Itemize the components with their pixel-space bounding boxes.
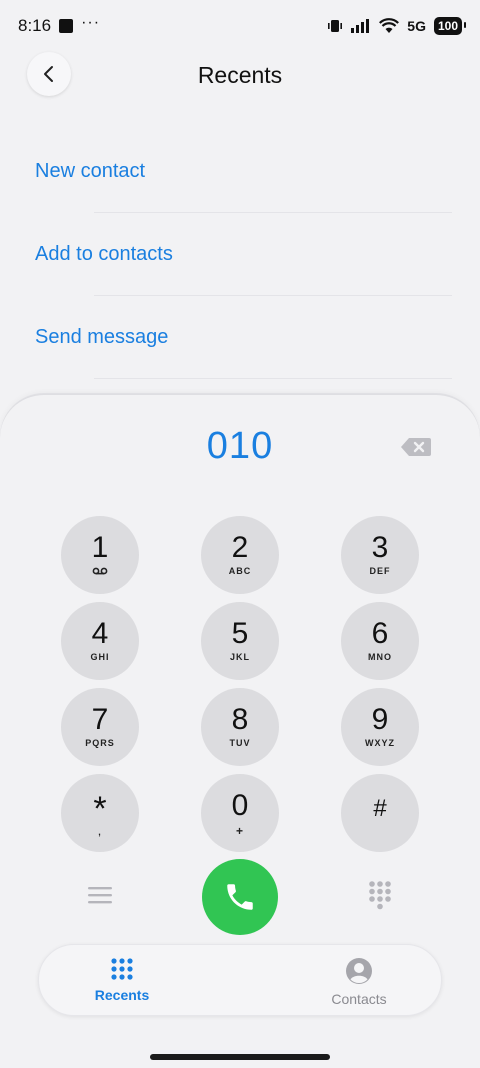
key-star[interactable]: * ,	[61, 774, 139, 852]
home-indicator[interactable]	[150, 1054, 330, 1060]
tab-label: Contacts	[331, 991, 387, 1007]
bottom-nav: Recents Contacts	[38, 944, 442, 1016]
key-2[interactable]: 2 ABC	[201, 516, 279, 594]
dial-actions	[0, 859, 480, 939]
tab-recents[interactable]: Recents	[62, 957, 182, 1003]
key-3[interactable]: 3 DEF	[341, 516, 419, 594]
key-digit: *	[93, 790, 107, 828]
dialpad-icon	[369, 881, 391, 910]
key-letters: DEF	[369, 566, 391, 576]
key-9[interactable]: 9 WXYZ	[341, 688, 419, 766]
status-left: 8:16 ···	[18, 14, 101, 36]
key-letters: PQRS	[85, 738, 115, 748]
key-digit: 5	[231, 617, 249, 650]
voicemail-icon	[92, 567, 108, 575]
menu-button[interactable]	[86, 883, 114, 907]
key-letters: WXYZ	[365, 738, 395, 748]
tab-label: Recents	[94, 987, 150, 1003]
key-7[interactable]: 7 PQRS	[61, 688, 139, 766]
wifi-icon	[379, 18, 400, 33]
backspace-button[interactable]	[400, 435, 432, 459]
key-letters: GHI	[90, 652, 110, 662]
divider	[94, 378, 452, 379]
menu-icon	[88, 887, 112, 904]
action-label: Send message	[35, 326, 169, 348]
action-label: New contact	[35, 160, 146, 182]
key-8[interactable]: 8 TUV	[201, 688, 279, 766]
key-digit: 3	[371, 531, 389, 564]
key-5[interactable]: 5 JKL	[201, 602, 279, 680]
add-to-contacts-action[interactable]: Add to contacts	[0, 213, 480, 296]
action-label: Add to contacts	[35, 243, 173, 265]
media-stop-icon	[59, 19, 74, 33]
key-digit: 8	[231, 703, 249, 736]
more-dots-icon: ···	[81, 14, 101, 31]
battery-icon: 100	[433, 17, 467, 35]
key-digit: 7	[91, 703, 109, 736]
network-type: 5G	[407, 18, 426, 34]
key-digit: 1	[91, 531, 109, 564]
key-digit: 2	[231, 531, 249, 564]
key-letters: +	[235, 824, 244, 838]
key-hash[interactable]: #	[341, 774, 419, 852]
dialpad-toggle-button[interactable]	[366, 880, 394, 910]
key-digit: 6	[371, 617, 389, 650]
key-1[interactable]: 1	[61, 516, 139, 594]
key-letters: JKL	[229, 652, 250, 662]
key-letters: ABC	[228, 566, 252, 576]
backspace-icon	[401, 438, 431, 456]
key-letters: MNO	[368, 652, 392, 662]
send-message-action[interactable]: Send message	[0, 296, 480, 379]
key-digit: 4	[91, 617, 109, 650]
key-4[interactable]: 4 GHI	[61, 602, 139, 680]
phone-icon	[227, 884, 253, 910]
person-icon	[346, 958, 372, 984]
status-bar: 8:16 ··· 5G 100	[0, 0, 480, 52]
key-6[interactable]: 6 MNO	[341, 602, 419, 680]
key-digit: 0	[231, 789, 249, 822]
key-0[interactable]: 0 +	[201, 774, 279, 852]
status-right: 5G 100	[327, 17, 467, 35]
key-digit: 9	[371, 703, 389, 736]
vibrate-icon	[328, 20, 343, 32]
new-contact-action[interactable]: New contact	[0, 130, 480, 213]
page-title: Recents	[197, 62, 283, 88]
header: Recents	[0, 50, 480, 102]
signal-icon	[351, 19, 370, 33]
tab-contacts[interactable]: Contacts	[299, 957, 419, 1007]
dialpad-grid-icon	[111, 958, 133, 980]
status-time: 8:16	[18, 16, 52, 35]
key-letters: TUV	[229, 738, 251, 748]
action-list: New contact Add to contacts Send message	[0, 130, 480, 379]
key-digit: #	[373, 795, 387, 822]
key-letters: ,	[98, 827, 102, 837]
call-button[interactable]	[202, 859, 278, 935]
